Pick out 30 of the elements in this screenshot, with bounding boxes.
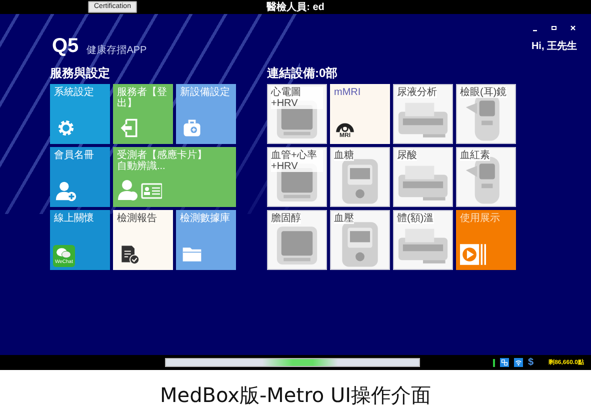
user-title: 醫檢人員: ed [266, 0, 324, 14]
device-tile[interactable]: 心電圖+HRV [267, 84, 327, 144]
greeting: Hi, 王先生 [531, 41, 577, 53]
add-user-icon [55, 180, 77, 202]
app-subtitle: 健康存摺APP [86, 45, 147, 56]
device-tile[interactable]: 血紅素 [456, 147, 516, 207]
exit-door-icon [118, 117, 140, 139]
play-icon [460, 244, 486, 265]
medical-kit-icon [181, 117, 203, 139]
device-tile[interactable]: 膽固醇 [267, 210, 327, 270]
app-logo: Q5 [52, 36, 79, 56]
menu-tile[interactable]: 檢測報告 [113, 210, 173, 270]
caption: MedBox版-Metro UI操作介面 [160, 382, 431, 408]
device-tile[interactable]: 血壓 [330, 210, 390, 270]
network-icon[interactable] [500, 358, 509, 367]
device-tile[interactable]: 尿酸 [393, 147, 453, 207]
device-tile[interactable]: 血管+心率+HRV [267, 147, 327, 207]
maximize-icon[interactable] [550, 24, 558, 32]
menu-tile[interactable]: 會員名冊 [50, 147, 110, 207]
device-tile[interactable]: 血糖 [330, 147, 390, 207]
section-title: 連結設備:0部 [267, 66, 339, 80]
section-title: 服務與設定 [50, 66, 111, 80]
signal-indicator-icon [493, 358, 495, 366]
user-card-icon [118, 178, 162, 202]
device-tile[interactable]: 檢眼(耳)鏡 [456, 84, 516, 144]
currency-sign[interactable]: $ [528, 356, 534, 368]
device-tile[interactable]: 體(額)溫 [393, 210, 453, 270]
close-icon[interactable] [569, 24, 577, 32]
device-tile[interactable]: 尿液分析 [393, 84, 453, 144]
wifi-icon[interactable] [514, 358, 523, 367]
